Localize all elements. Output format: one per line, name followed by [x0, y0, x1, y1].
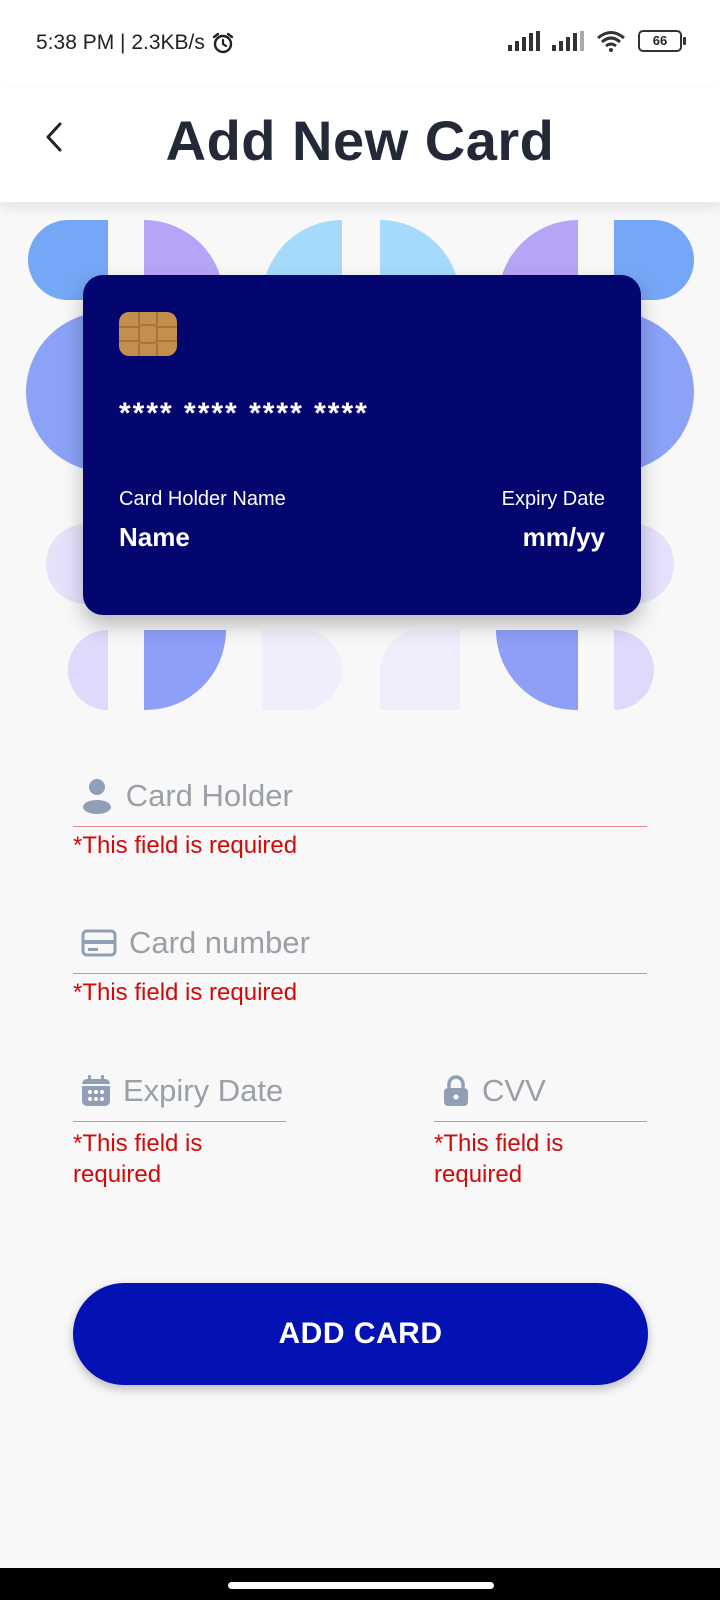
person-icon [81, 778, 114, 814]
card-holder-field[interactable] [73, 766, 647, 827]
chip-icon [119, 312, 177, 356]
lock-icon [442, 1073, 470, 1109]
app-bar: Add New Card [0, 88, 720, 202]
expiry-date-field[interactable] [73, 1061, 286, 1122]
status-time: 5:38 PM | 2.3KB/s [36, 31, 235, 55]
cvv-field[interactable] [434, 1061, 647, 1122]
page-title: Add New Card [165, 109, 555, 172]
signal-icon [508, 31, 540, 51]
card-expiry-value: mm/yy [522, 522, 605, 552]
expiry-date-input[interactable] [123, 1073, 286, 1109]
card-number-input[interactable] [129, 925, 647, 961]
system-nav-bar [0, 1568, 720, 1600]
add-card-button[interactable]: ADD CARD [73, 1283, 648, 1385]
signal-icon [552, 31, 584, 51]
card-holder-error: *This field is required [73, 832, 298, 859]
card-preview: **** **** **** **** Card Holder Name Nam… [83, 275, 641, 615]
card-holder-input[interactable] [125, 778, 647, 814]
card-icon [81, 925, 117, 961]
battery-icon: 66 [638, 30, 686, 52]
battery-level: 66 [652, 33, 668, 48]
status-icons: 66 [508, 30, 686, 52]
cvv-error: *This field is required [434, 1130, 564, 1188]
home-indicator[interactable] [228, 1582, 494, 1589]
status-bar: 5:38 PM | 2.3KB/s 66 [0, 0, 720, 88]
wifi-icon [597, 31, 625, 52]
card-number-display: **** **** **** **** [119, 397, 369, 430]
card-number-field[interactable] [73, 913, 647, 974]
cvv-input[interactable] [482, 1073, 647, 1109]
card-holder-label: Card Holder Name [119, 488, 286, 510]
status-time-text: 5:38 PM | 2.3KB/s [36, 31, 205, 54]
alarm-icon [212, 32, 234, 54]
card-expiry-label: Expiry Date [501, 488, 605, 510]
calendar-icon [81, 1073, 111, 1109]
expiry-date-error: *This field is required [73, 1130, 203, 1188]
card-holder-value: Name [119, 522, 190, 552]
card-number-error: *This field is required [73, 979, 298, 1006]
